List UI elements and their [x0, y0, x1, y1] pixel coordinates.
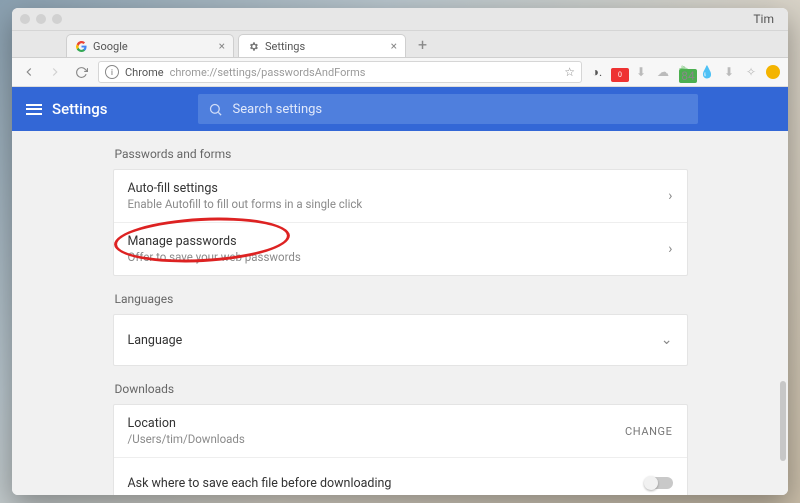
ext-icon[interactable]: ◑. [590, 65, 604, 79]
row-language[interactable]: Language ⌄ [114, 315, 687, 365]
ext-icon[interactable]: ☁ [656, 65, 670, 79]
tab-title: Settings [265, 40, 305, 53]
change-button[interactable]: CHANGE [625, 425, 672, 438]
ext-icon[interactable]: ⬇ [634, 65, 648, 79]
tab-settings[interactable]: Settings × [238, 34, 406, 57]
section-title-languages: Languages [115, 292, 688, 306]
search-icon [208, 102, 223, 117]
reload-button[interactable] [72, 63, 90, 81]
chevron-down-icon: ⌄ [661, 332, 673, 348]
site-info-icon[interactable]: i [105, 65, 119, 79]
url-path: chrome://settings/passwordsAndForms [170, 66, 366, 79]
address-bar[interactable]: i Chrome chrome://settings/passwordsAndF… [98, 61, 582, 83]
ext-icon[interactable]: ✧ [744, 65, 758, 79]
toggle-switch[interactable] [645, 477, 673, 489]
section-title-downloads: Downloads [115, 382, 688, 396]
bookmark-star-icon[interactable]: ☆ [564, 65, 575, 79]
ext-icon[interactable]: 🛍84 [678, 65, 692, 79]
tab-close-icon[interactable]: × [219, 39, 225, 53]
profile-avatar-icon[interactable] [766, 65, 780, 79]
window-controls[interactable] [20, 14, 62, 24]
tab-strip: Google × Settings × + [12, 31, 788, 58]
window-titlebar: Tim [12, 8, 788, 31]
tab-close-icon[interactable]: × [391, 39, 397, 53]
extensions-area: ◑. ⬚0 ⬇ ☁ 🛍84 💧 ⬇ ✧ [590, 65, 780, 79]
section-title-passwords: Passwords and forms [115, 147, 688, 161]
close-window-button[interactable] [20, 14, 30, 24]
row-subtitle: Offer to save your web passwords [128, 250, 301, 265]
vertical-scrollbar[interactable] [778, 181, 786, 485]
row-subtitle: Enable Autofill to fill out forms in a s… [128, 197, 363, 212]
row-manage-passwords[interactable]: Manage passwords Offer to save your web … [114, 222, 687, 275]
languages-card: Language ⌄ [113, 314, 688, 366]
gear-favicon-icon [247, 40, 259, 52]
chevron-right-icon: › [668, 241, 672, 257]
row-title: Auto-fill settings [128, 180, 363, 197]
ext-icon[interactable]: 💧 [700, 65, 714, 79]
hamburger-menu-icon[interactable] [26, 101, 42, 117]
app-title: Settings [52, 100, 108, 118]
google-favicon-icon [75, 40, 87, 52]
tab-google[interactable]: Google × [66, 34, 234, 57]
row-ask-location: Ask where to save each file before downl… [114, 457, 687, 495]
downloads-card: Location /Users/tim/Downloads CHANGE Ask… [113, 404, 688, 495]
tab-title: Google [93, 40, 128, 53]
scrollbar-thumb[interactable] [780, 381, 786, 461]
ext-icon[interactable]: ⬇ [722, 65, 736, 79]
ext-icon[interactable]: ⬚0 [612, 65, 626, 79]
back-button[interactable] [20, 63, 38, 81]
new-tab-button[interactable]: + [410, 35, 435, 57]
chevron-right-icon: › [668, 188, 672, 204]
row-download-location: Location /Users/tim/Downloads CHANGE [114, 405, 687, 457]
search-placeholder: Search settings [233, 102, 323, 117]
zoom-window-button[interactable] [52, 14, 62, 24]
forward-button[interactable] [46, 63, 64, 81]
passwords-card: Auto-fill settings Enable Autofill to fi… [113, 169, 688, 276]
row-autofill-settings[interactable]: Auto-fill settings Enable Autofill to fi… [114, 170, 687, 222]
settings-app-bar: Settings Search settings [12, 87, 788, 131]
row-subtitle: /Users/tim/Downloads [128, 432, 245, 447]
row-title: Ask where to save each file before downl… [128, 475, 392, 492]
url-origin: Chrome [125, 66, 164, 79]
settings-search[interactable]: Search settings [198, 94, 698, 124]
minimize-window-button[interactable] [36, 14, 46, 24]
row-title: Language [128, 332, 183, 349]
row-title: Manage passwords [128, 233, 301, 250]
row-title: Location [128, 415, 245, 432]
profile-username[interactable]: Tim [753, 12, 780, 26]
toolbar: i Chrome chrome://settings/passwordsAndF… [12, 58, 788, 87]
